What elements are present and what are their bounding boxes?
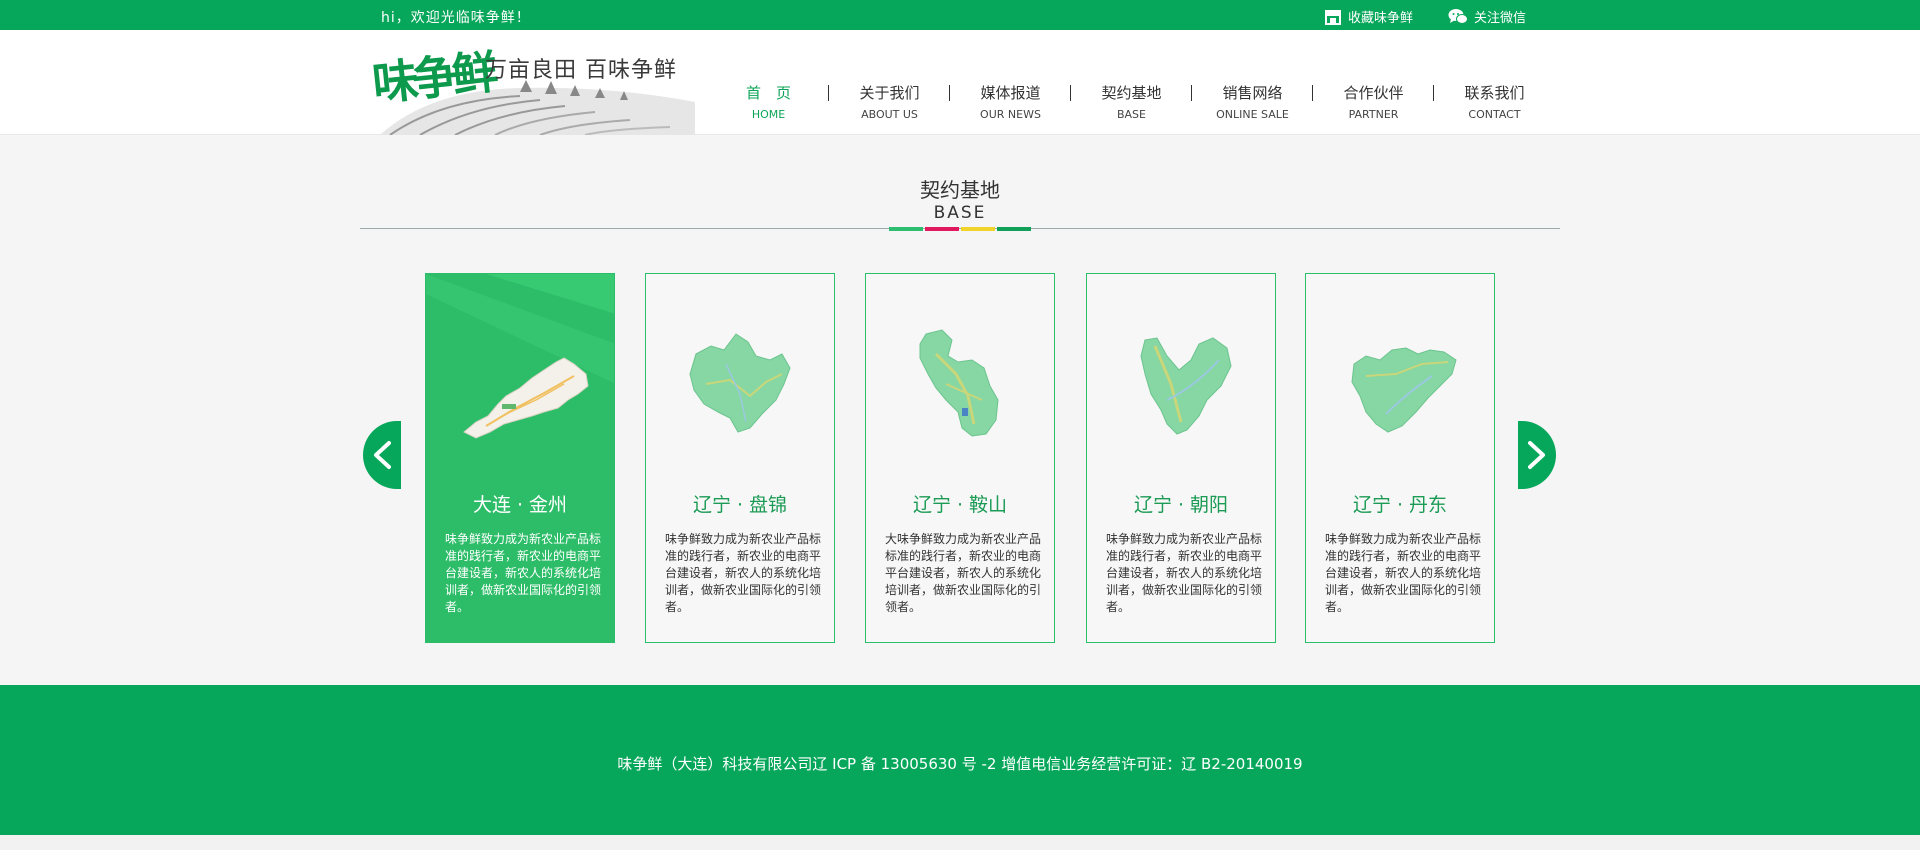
section-color-bars xyxy=(889,227,1033,231)
nav-label-cn: 联系我们 xyxy=(1464,84,1525,102)
nav-item-base[interactable]: 契约基地 BASE xyxy=(1071,83,1192,128)
card-description: 味争鲜致力成为新农业产品标准的践行者，新农业的电商平台建设者，新农人的系统化培训… xyxy=(1325,532,1482,614)
base-card-liaoning-dandong[interactable]: 辽宁 · 丹东 味争鲜致力成为新农业产品标准的践行者，新农业的电商平台建设者，新… xyxy=(1305,273,1495,643)
chevron-right-icon xyxy=(1528,441,1545,469)
nav-label-en: OUR NEWS xyxy=(980,108,1041,121)
base-card-liaoning-anshan[interactable]: 辽宁 · 鞍山 大味争鲜致力成为新农业产品标准的践行者，新农业的电商平台建设者，… xyxy=(865,273,1055,643)
nav-label-cn: 契约基地 xyxy=(1101,84,1162,102)
wechat-label: 关注微信 xyxy=(1474,11,1527,26)
logo[interactable]: 味争鲜 万亩良田 百味争鲜 xyxy=(370,30,695,135)
card-city-name: 大连 · 金州 xyxy=(472,494,568,516)
card-city-name: 辽宁 · 朝阳 xyxy=(1133,494,1229,516)
nav-item-home[interactable]: 首 页 HOME xyxy=(708,83,829,128)
section-title-cn: 契约基地 xyxy=(920,178,1000,202)
section-title-en: BASE xyxy=(933,203,987,223)
nav-label-en: ABOUT US xyxy=(861,108,918,121)
main-nav: 首 页 HOME 关于我们 ABOUT US 媒体报道 OUR NEWS 契约基… xyxy=(708,83,1555,128)
store-icon xyxy=(1325,9,1341,25)
carousel-prev-button[interactable] xyxy=(363,421,401,489)
panjin-map-image xyxy=(689,333,791,433)
logo-slogan: 万亩良田 百味争鲜 xyxy=(485,58,677,83)
card-description: 味争鲜致力成为新农业产品标准的践行者，新农业的电商平台建设者，新农人的系统化培训… xyxy=(1106,532,1263,614)
color-bar xyxy=(925,227,959,231)
card-city-name: 辽宁 · 丹东 xyxy=(1352,494,1448,516)
color-bar xyxy=(997,227,1031,231)
logo-brand: 味争鲜 xyxy=(370,44,495,112)
wechat-link[interactable]: 关注微信 xyxy=(1448,7,1526,26)
nav-label-en: CONTACT xyxy=(1468,108,1521,121)
footer: 味争鲜（大连）科技有限公司辽 ICP 备 13005630 号 -2 增值电信业… xyxy=(0,685,1920,835)
nav-label-cn: 媒体报道 xyxy=(980,84,1041,102)
card-city-name: 辽宁 · 鞍山 xyxy=(912,494,1008,516)
card-description: 味争鲜致力成为新农业产品标准的践行者，新农业的电商平台建设者，新农人的系统化培训… xyxy=(665,532,822,614)
favorite-label: 收藏味争鲜 xyxy=(1348,11,1414,26)
chaoyang-map-image xyxy=(1140,337,1232,435)
nav-item-about[interactable]: 关于我们 ABOUT US xyxy=(829,83,950,128)
greeting-text: hi，欢迎光临味争鲜！ xyxy=(381,10,531,26)
dandong-map-image xyxy=(1351,347,1457,433)
top-bar: hi，欢迎光临味争鲜！ 收藏味争鲜 关注微信 xyxy=(0,0,1920,30)
anshan-map-image xyxy=(919,329,999,437)
card-description: 大味争鲜致力成为新农业产品标准的践行者，新农业的电商平台建设者，新农人的系统化培… xyxy=(885,532,1042,614)
bottom-strip xyxy=(0,835,1920,850)
carousel-next-button[interactable] xyxy=(1518,421,1556,489)
nav-item-news[interactable]: 媒体报道 OUR NEWS xyxy=(950,83,1071,128)
nav-label-cn: 首 页 xyxy=(745,84,791,102)
nav-label-cn: 销售网络 xyxy=(1222,84,1283,102)
card-description: 味争鲜致力成为新农业产品标准的践行者，新农业的电商平台建设者，新农人的系统化培训… xyxy=(445,532,602,614)
color-bar xyxy=(889,227,923,231)
base-card-liaoning-panjin[interactable]: 辽宁 · 盘锦 味争鲜致力成为新农业产品标准的践行者，新农业的电商平台建设者，新… xyxy=(645,273,835,643)
nav-label-cn: 关于我们 xyxy=(859,84,920,102)
nav-label-en: HOME xyxy=(751,108,786,121)
nav-label-en: ONLINE SALE xyxy=(1216,108,1289,121)
card-city-name: 辽宁 · 盘锦 xyxy=(692,494,788,516)
favorite-link[interactable]: 收藏味争鲜 xyxy=(1324,7,1413,26)
wechat-icon xyxy=(1448,9,1468,24)
base-card-dalian-jinzhou[interactable]: 大连 · 金州 味争鲜致力成为新农业产品标准的践行者，新农业的电商平台建设者，新… xyxy=(425,273,615,643)
nav-item-online-sale[interactable]: 销售网络 ONLINE SALE xyxy=(1192,83,1313,128)
section-title: 契约基地 BASE xyxy=(0,178,1920,224)
jinzhou-map-image xyxy=(463,357,589,439)
base-card-liaoning-chaoyang[interactable]: 辽宁 · 朝阳 味争鲜致力成为新农业产品标准的践行者，新农业的电商平台建设者，新… xyxy=(1086,273,1276,643)
nav-item-partner[interactable]: 合作伙伴 PARTNER xyxy=(1313,83,1434,128)
nav-label-en: PARTNER xyxy=(1348,108,1399,121)
footer-copyright: 味争鲜（大连）科技有限公司辽 ICP 备 13005630 号 -2 增值电信业… xyxy=(617,755,1303,773)
color-bar xyxy=(961,227,995,231)
chevron-left-icon xyxy=(374,441,391,469)
nav-label-en: BASE xyxy=(1116,108,1146,121)
nav-item-contact[interactable]: 联系我们 CONTACT xyxy=(1434,83,1555,128)
nav-label-cn: 合作伙伴 xyxy=(1343,84,1404,102)
